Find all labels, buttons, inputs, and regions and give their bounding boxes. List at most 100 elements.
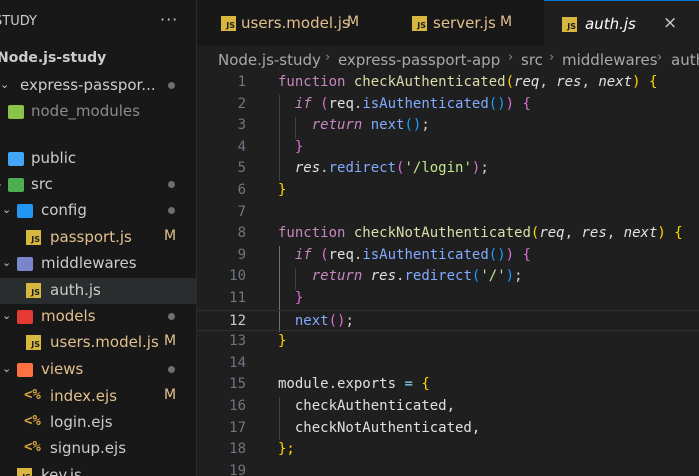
tab-server[interactable]: JS server.js M	[379, 0, 544, 46]
code-line[interactable]: 9 if (req.isAuthenticated()) {	[197, 245, 699, 267]
code-line[interactable]: 4 }	[197, 137, 699, 159]
code-token: .	[328, 376, 338, 393]
code-line[interactable]: 17 checkNotAuthenticated,	[197, 418, 699, 440]
tab-users-model[interactable]: JS users.model.js M	[197, 0, 379, 46]
code-token: redirect	[404, 268, 472, 285]
breadcrumb-item[interactable]: Node.js-study	[218, 51, 321, 69]
breadcrumb-item[interactable]: src	[521, 51, 543, 69]
code-text: if (req.isAuthenticated()) {	[278, 96, 531, 112]
code-token: }	[278, 182, 287, 198]
chevron-right-icon: ›	[508, 50, 514, 65]
js-file-icon: JS	[26, 230, 41, 245]
chevron-down-icon: ⌄	[2, 203, 12, 216]
code-token: (	[505, 74, 515, 90]
workspace-root[interactable]: Node.js-study	[0, 50, 106, 66]
code-line[interactable]: 15 module.exports = {	[197, 374, 699, 396]
ejs-file-icon: <%	[24, 439, 41, 455]
tree-item-key[interactable]: JS key.js	[0, 463, 196, 476]
code-text: }	[278, 139, 303, 155]
tree-label: passport.js	[50, 228, 132, 246]
code-token: ()	[328, 312, 346, 329]
tree-label: views	[41, 360, 84, 378]
code-line[interactable]: 8 function checkNotAuthenticated(req, res…	[197, 223, 699, 245]
code-line[interactable]: 10 return res.redirect('/');	[197, 266, 699, 288]
code-line[interactable]: 19	[197, 461, 699, 476]
code-token: }	[294, 290, 304, 306]
line-number: 12	[229, 312, 246, 329]
code-token: (	[320, 246, 329, 263]
breadcrumb-item[interactable]: express-passport-app	[338, 51, 500, 69]
breadcrumb-item[interactable]: auth.js	[671, 51, 699, 69]
code-token: req	[328, 246, 354, 263]
tree-item-passport[interactable]: JS passport.js M	[0, 225, 196, 251]
code-line[interactable]: 6}	[197, 180, 699, 202]
tab-label: server.js	[433, 14, 496, 32]
tree-label: middlewares	[41, 254, 137, 272]
folder-open-icon	[17, 257, 33, 271]
code-token: res	[581, 225, 607, 242]
breadcrumb-item[interactable]: middlewares	[562, 51, 658, 69]
tree-label: key.js	[41, 466, 82, 476]
code-token: )	[505, 268, 515, 285]
tree-label: login.ejs	[50, 413, 113, 431]
code-token: next	[598, 74, 633, 90]
folder-open-icon	[17, 363, 33, 377]
code-text: checkAuthenticated,	[278, 398, 455, 414]
tree-item-views[interactable]: ⌄ views	[0, 357, 196, 383]
tree-item-auth[interactable]: JS auth.js	[0, 278, 196, 304]
line-number: 19	[229, 462, 246, 476]
code-line[interactable]: 16 checkAuthenticated,	[197, 396, 699, 418]
code-line[interactable]: 5 res.redirect('/login');	[197, 158, 699, 180]
modified-badge: M	[164, 333, 177, 349]
code-line[interactable]: 11 }	[197, 288, 699, 310]
code-line[interactable]: 7	[197, 202, 699, 224]
tree-label: config	[41, 201, 87, 219]
more-actions-button[interactable]: ···	[160, 10, 178, 29]
code-token: checkAuthenticated,	[294, 398, 456, 414]
code-text: }	[278, 333, 286, 349]
tree-item-public[interactable]: public	[0, 146, 196, 172]
tree-item-middlewares[interactable]: ⌄ middlewares	[0, 251, 196, 277]
code-line[interactable]: 12 next();	[197, 309, 699, 332]
explorer-sidebar: STUDY ··· Node.js-study ⌄ express-passpo…	[0, 0, 197, 476]
code-editor[interactable]: 1 function checkAuthenticated(req, res, n…	[197, 74, 699, 476]
code-line[interactable]: 2 if (req.isAuthenticated()) {	[197, 94, 699, 116]
code-token: isAuthenticated	[362, 246, 489, 263]
code-line[interactable]: 1 function checkAuthenticated(req, res, n…	[197, 72, 699, 94]
close-icon[interactable]: ×	[663, 13, 677, 33]
chevron-right-icon: ›	[657, 50, 663, 65]
tree-label: models	[41, 307, 96, 325]
code-text: res.redirect('/login');	[278, 160, 489, 176]
code-token: ,	[581, 74, 590, 90]
code-token: next	[623, 225, 658, 242]
tree-item-node-modules[interactable]: node_modules	[0, 99, 196, 125]
tree-item-express-passport-app[interactable]: ⌄ express-passpor...	[0, 73, 196, 99]
folder-open-icon	[8, 178, 24, 192]
tree-item-src[interactable]: ⌄ src	[0, 172, 196, 198]
tree-item-users-model[interactable]: JS users.model.js M	[0, 330, 196, 356]
tree-item-signup-ejs[interactable]: <% signup.ejs	[0, 436, 196, 462]
code-text: };	[278, 441, 295, 457]
modified-dot	[168, 366, 175, 373]
folder-icon	[8, 105, 24, 119]
modified-dot	[168, 207, 175, 214]
code-text: if (req.isAuthenticated()) {	[278, 247, 531, 263]
code-line[interactable]: 14	[197, 353, 699, 375]
editor-tabs: JS users.model.js M JS server.js M JS au…	[197, 0, 699, 46]
tab-auth[interactable]: JS auth.js ×	[544, 0, 699, 46]
tree-item-config[interactable]: ⌄ config	[0, 198, 196, 224]
code-token: {	[522, 246, 531, 263]
chevron-down-icon: ⌄	[2, 256, 12, 269]
code-line[interactable]: 3 return next();	[197, 115, 699, 137]
code-text: return next();	[278, 117, 430, 133]
code-line[interactable]: 18};	[197, 439, 699, 461]
line-number: 3	[237, 117, 246, 134]
tree-item-login-ejs[interactable]: <% login.ejs	[0, 410, 196, 436]
code-line[interactable]: 13}	[197, 331, 699, 353]
tree-item-index-ejs[interactable]: <% index.ejs M	[0, 384, 196, 410]
code-token: ,	[539, 74, 548, 90]
code-text: module.exports = {	[278, 376, 430, 392]
code-token: req	[514, 74, 540, 90]
tree-label: src	[31, 175, 53, 193]
tree-item-models[interactable]: ⌄ models	[0, 304, 196, 330]
